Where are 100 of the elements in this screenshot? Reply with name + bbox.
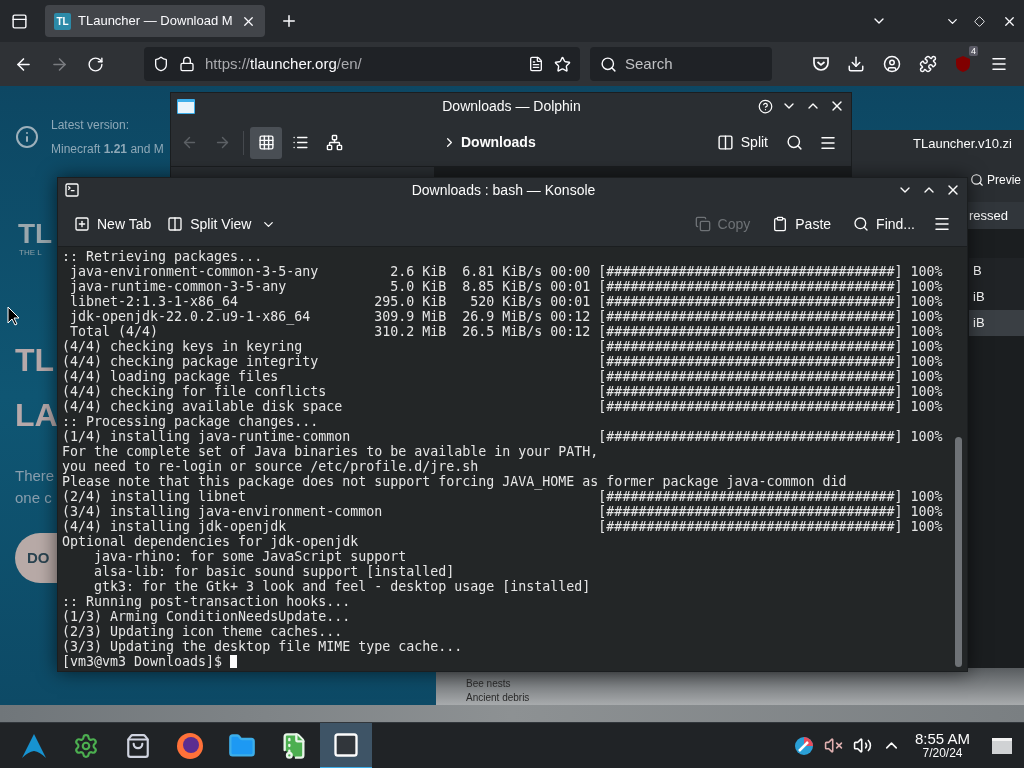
extensions-icon[interactable] [919,55,937,73]
window-title: Downloads : bash — Konsole [411,180,596,200]
tree-icon [325,134,343,151]
url-text: https://tlauncher.org/en/ [205,53,362,74]
terminal-line: gtk3: for the Gtk+ 3 look and feel - desktop usage [installed] [93,579,591,594]
terminal-line: (4/4) checking package integrity [####################################] 100% [62,354,943,369]
reader-view-icon[interactable] [528,56,544,72]
breadcrumb[interactable]: Downloads [461,132,536,153]
clock-time: 8:55 AM [914,730,970,746]
download-button[interactable]: DO [15,533,57,583]
muted-speaker-icon[interactable] [823,736,843,755]
terminal-line: (2/3) Updating icon theme caches... [62,624,343,639]
search-icon [970,172,984,187]
shield-icon [153,56,169,72]
browser-icon [176,731,204,760]
browser-tab[interactable]: TL TLauncher — Download M [45,5,265,37]
pocket-icon[interactable] [812,55,830,73]
launcher-icon [21,732,47,759]
version-label: Latest version: [51,117,131,134]
terminal-line: (4/4) installing jdk-openjdk [####################################] 100% [62,519,943,534]
badge: 4 [969,46,978,56]
split-button[interactable]: Split [716,132,768,153]
terminal-line: :: Running post-transaction hooks... [62,594,351,609]
copy-icon [694,216,711,232]
terminal-line: alsa-lib: for basic sound support [installed] [93,564,455,579]
terminal-line: For the complete set of Java binaries to be available in your PATH, [62,444,599,459]
terminal-line: :: Retrieving packages... [62,249,263,264]
preview-button[interactable]: Previe [970,170,1021,189]
tab-list-icon[interactable] [11,12,28,30]
taskbar-app[interactable] [320,722,372,768]
terminal-line: java-environment-common-3-5-any 2.6 KiB 6.81 KiB/s 00:00 [####################################] 100% [69,264,943,279]
terminal-line: (3/3) Updating the desktop file MIME type cache... [62,639,463,654]
maximize-icon[interactable] [974,15,985,27]
split-icon [167,216,184,232]
show-desktop-icon[interactable] [992,737,1012,754]
terminal-line: java-runtime-common-3-5-any 5.0 KiB 8.85 KiB/s 00:01 [####################################] 100% [69,279,943,294]
list-icon [291,134,309,151]
reload-icon[interactable] [87,55,104,73]
file-row[interactable]: iB [969,284,1024,310]
terminal-prompt: [vm3@vm3 Downloads]$ [62,654,223,669]
scrollbar-thumb[interactable] [955,437,962,667]
terminal-line: (4/4) checking available disk space [####################################] 100% [62,399,943,414]
search-placeholder: Search [625,53,673,74]
toolbar-button[interactable]: Paste [772,213,832,235]
shopping-bag-icon [125,732,151,759]
preview-text: Ancient debris [466,691,531,705]
terminal-line: Optional dependencies for jdk-openjdk [62,534,359,549]
toolbar-button[interactable]: Find... [853,213,915,235]
window-title: TLauncher.v10.zi [913,134,1012,153]
download-icon[interactable] [847,55,865,73]
view-mode-button[interactable] [250,126,282,159]
tab-title: TLauncher — Download M [78,12,234,31]
gear-icon [73,732,99,759]
site-logo: TL [18,220,53,248]
file-row[interactable]: B [969,258,1024,284]
terminal-line: (1/4) installing java-runtime-common [####################################] 100% [62,429,943,444]
preview-text: Bee nests [466,677,512,691]
page-paragraph: There [15,466,55,486]
favicon: TL [54,12,71,30]
menu-icon[interactable] [933,215,951,233]
version-text: Minecraft 1.21 and M [51,141,164,158]
folder-icon [228,731,256,760]
terminal-line: java-rhino: for some JavaScript support [93,549,407,564]
toolbar-button[interactable]: Split View [167,213,277,235]
search-icon[interactable] [786,134,803,151]
terminal-line: :: Processing package changes... [62,414,319,429]
column-header: ressed [969,206,1009,225]
search-icon [600,55,617,73]
search-icon [853,216,870,232]
clipboard-icon [772,216,789,232]
search-field[interactable]: Search [590,47,772,81]
terminal-line: (4/4) checking keys in keyring [####################################] 100% [62,339,943,354]
account-icon[interactable] [883,55,901,73]
terminal-line: (2/4) installing libnet [####################################] 100% [62,489,943,504]
page-paragraph: one c [15,488,52,508]
page-heading: LA [15,396,58,435]
terminal-line: (4/4) loading package files [####################################] 100% [62,369,943,384]
info-icon [15,125,39,149]
menu-icon[interactable] [990,55,1008,73]
terminal-line: Total (4/4) 310.2 MiB 26.5 MiB/s 00:12 [####################################] 100% [69,324,943,339]
terminal-line: you need to re-login or source /etc/profile.d/jre.sh [62,459,479,474]
address-field[interactable]: https://tlauncher.org/en/ [144,47,580,81]
star-icon[interactable] [554,55,571,73]
folder-window-icon [177,98,195,114]
help-icon[interactable] [758,98,773,114]
text-cursor [230,655,238,668]
new-tab-icon [74,216,90,232]
window-title: Downloads — Dolphin [442,96,581,116]
terminal-line: Please note that this package does not support forcing JAVA_HOME as former package java-common did [62,474,847,489]
split-icon [716,134,734,151]
speaker-icon[interactable] [852,736,872,755]
toolbar-button[interactable]: New Tab [74,213,152,235]
mouse-cursor-icon [7,306,20,326]
logo-tagline: THE L [19,248,42,258]
terminal-icon [64,182,80,198]
color-picker-icon[interactable] [793,735,814,756]
new-tab-icon[interactable] [280,12,298,30]
terminal-line: (4/4) checking for file conflicts [####################################] 100% [62,384,943,399]
terminal-line: (3/4) installing java-environment-common [####################################] 100% [62,504,943,519]
file-row[interactable]: iB [969,310,1024,336]
